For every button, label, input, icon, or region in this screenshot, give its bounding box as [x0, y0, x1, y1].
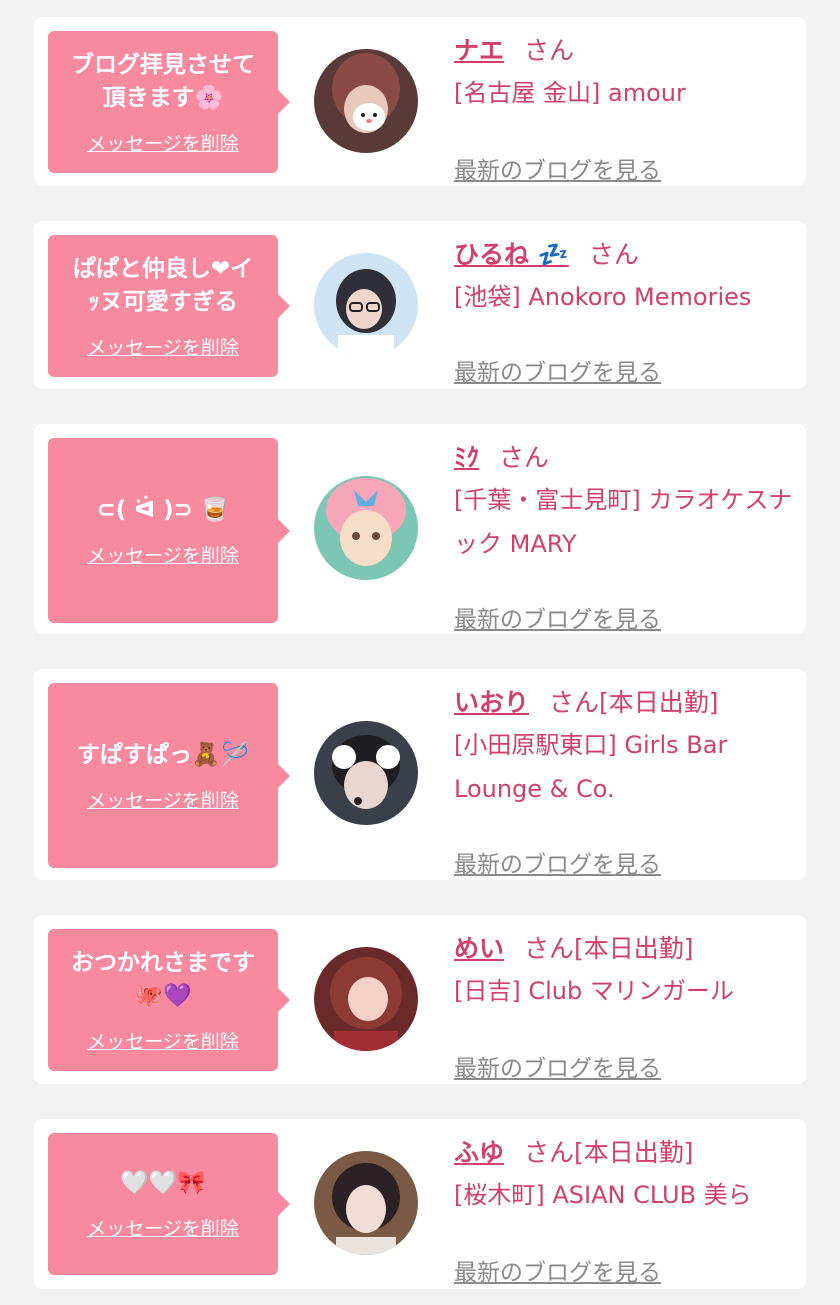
message-text: ブログ拝見させて 頂きます🌸 [71, 51, 255, 111]
delete-message-link[interactable]: メッセージを削除 [87, 333, 239, 360]
honorific: さん[本日出勤] [524, 1138, 694, 1167]
list-item: 🤍🤍🎀 メッセージを削除 ふゆ さん[本日出勤] [桜木町] ASIAN CLUB… [34, 1119, 806, 1289]
avatar[interactable] [314, 947, 418, 1051]
name-row: ふゆ さん[本日出勤] [454, 1133, 794, 1173]
shop-label: [桜木町] ASIAN CLUB 美ら [454, 1181, 752, 1209]
view-blog-link[interactable]: 最新のブログを見る [454, 845, 661, 879]
delete-message-link[interactable]: メッセージを削除 [87, 1027, 239, 1054]
message-bubble: ⊂( ᐛ )⊃ 🥃 メッセージを削除 [48, 438, 290, 623]
name-row: ﾐｸ さん [454, 438, 794, 478]
name-link[interactable]: ひるね 💤 [454, 240, 569, 269]
name-link[interactable]: ﾐｸ [454, 443, 479, 472]
avatar[interactable] [314, 721, 418, 825]
message-text: 🤍🤍🎀 [120, 1170, 206, 1196]
honorific: さん[本日出勤] [524, 934, 694, 963]
delete-message-link[interactable]: メッセージを削除 [87, 786, 239, 813]
message-bubble: ぱぱと仲良し❤イ ｯヌ可愛すぎる メッセージを削除 [48, 235, 290, 377]
shop-label: [千葉・富士見町] カラオケスナック MARY [454, 486, 793, 558]
shop-label: [日吉] Club マリンガール [454, 977, 734, 1005]
name-row: ナエ さん [454, 31, 794, 71]
message-bubble: 🤍🤍🎀 メッセージを削除 [48, 1133, 290, 1275]
view-blog-link[interactable]: 最新のブログを見る [454, 600, 661, 634]
delete-message-link[interactable]: メッセージを削除 [87, 129, 239, 156]
name-row: めい さん[本日出勤] [454, 929, 794, 969]
delete-message-link[interactable]: メッセージを削除 [87, 1214, 239, 1241]
name-link[interactable]: ナエ [454, 36, 504, 65]
message-bubble: すぱすぱっ🧸🪡 メッセージを削除 [48, 683, 290, 868]
view-blog-link[interactable]: 最新のブログを見る [454, 353, 661, 387]
list-item: おつかれさまです 🐙💜 メッセージを削除 めい さん[本日出勤] [日吉] Clu… [34, 915, 806, 1084]
view-blog-link[interactable]: 最新のブログを見る [454, 1049, 661, 1083]
name-link[interactable]: ふゆ [454, 1138, 504, 1167]
list-item: ブログ拝見させて 頂きます🌸 メッセージを削除 ナエ さん [名古屋 金山] am… [34, 17, 806, 186]
honorific: さん[本日出勤] [549, 688, 719, 717]
honorific: さん [588, 240, 639, 269]
avatar[interactable] [314, 1151, 418, 1255]
honorific: さん [499, 443, 550, 472]
profile-info: ナエ さん [名古屋 金山] amour 最新のブログを見る [454, 31, 794, 184]
message-text: すぱすぱっ🧸🪡 [76, 741, 250, 768]
message-bubble: ブログ拝見させて 頂きます🌸 メッセージを削除 [48, 31, 290, 173]
message-text: ぱぱと仲良し❤イ ｯヌ可愛すぎる [72, 255, 254, 315]
profile-info: いおり さん[本日出勤] [小田原駅東口] Girls Bar Lounge & … [454, 683, 794, 878]
list-item: ⊂( ᐛ )⊃ 🥃 メッセージを削除 ﾐｸ さん [千葉・富士見町] カラオケスナ… [34, 424, 806, 634]
message-bubble: おつかれさまです 🐙💜 メッセージを削除 [48, 929, 290, 1071]
message-text: おつかれさまです 🐙💜 [71, 949, 255, 1009]
name-link[interactable]: めい [454, 934, 504, 963]
name-row: ひるね 💤 さん [454, 235, 794, 275]
name-row: いおり さん[本日出勤] [454, 683, 794, 723]
profile-info: めい さん[本日出勤] [日吉] Club マリンガール 最新のブログを見る [454, 929, 794, 1082]
avatar[interactable] [314, 476, 418, 580]
list-item: ぱぱと仲良し❤イ ｯヌ可愛すぎる メッセージを削除 ひるね 💤 さん [池袋] A… [34, 221, 806, 389]
view-blog-link[interactable]: 最新のブログを見る [454, 1253, 661, 1287]
message-text: ⊂( ᐛ )⊃ 🥃 [96, 496, 230, 523]
message-list: ブログ拝見させて 頂きます🌸 メッセージを削除 ナエ さん [名古屋 金山] am… [0, 0, 840, 1305]
list-item: すぱすぱっ🧸🪡 メッセージを削除 いおり さん[本日出勤] [小田原駅東口] Gi… [34, 669, 806, 880]
honorific: さん [524, 36, 575, 65]
name-link[interactable]: いおり [454, 688, 529, 717]
avatar[interactable] [314, 253, 418, 357]
view-blog-link[interactable]: 最新のブログを見る [454, 151, 661, 185]
profile-info: ﾐｸ さん [千葉・富士見町] カラオケスナック MARY 最新のブログを見る [454, 438, 794, 633]
avatar[interactable] [314, 49, 418, 153]
profile-info: ひるね 💤 さん [池袋] Anokoro Memories 最新のブログを見る [454, 235, 794, 386]
shop-label: [名古屋 金山] amour [454, 79, 686, 107]
delete-message-link[interactable]: メッセージを削除 [87, 541, 239, 568]
profile-info: ふゆ さん[本日出勤] [桜木町] ASIAN CLUB 美ら 最新のブログを見る [454, 1133, 794, 1286]
shop-label: [池袋] Anokoro Memories [454, 283, 752, 311]
shop-label: [小田原駅東口] Girls Bar Lounge & Co. [454, 731, 728, 803]
